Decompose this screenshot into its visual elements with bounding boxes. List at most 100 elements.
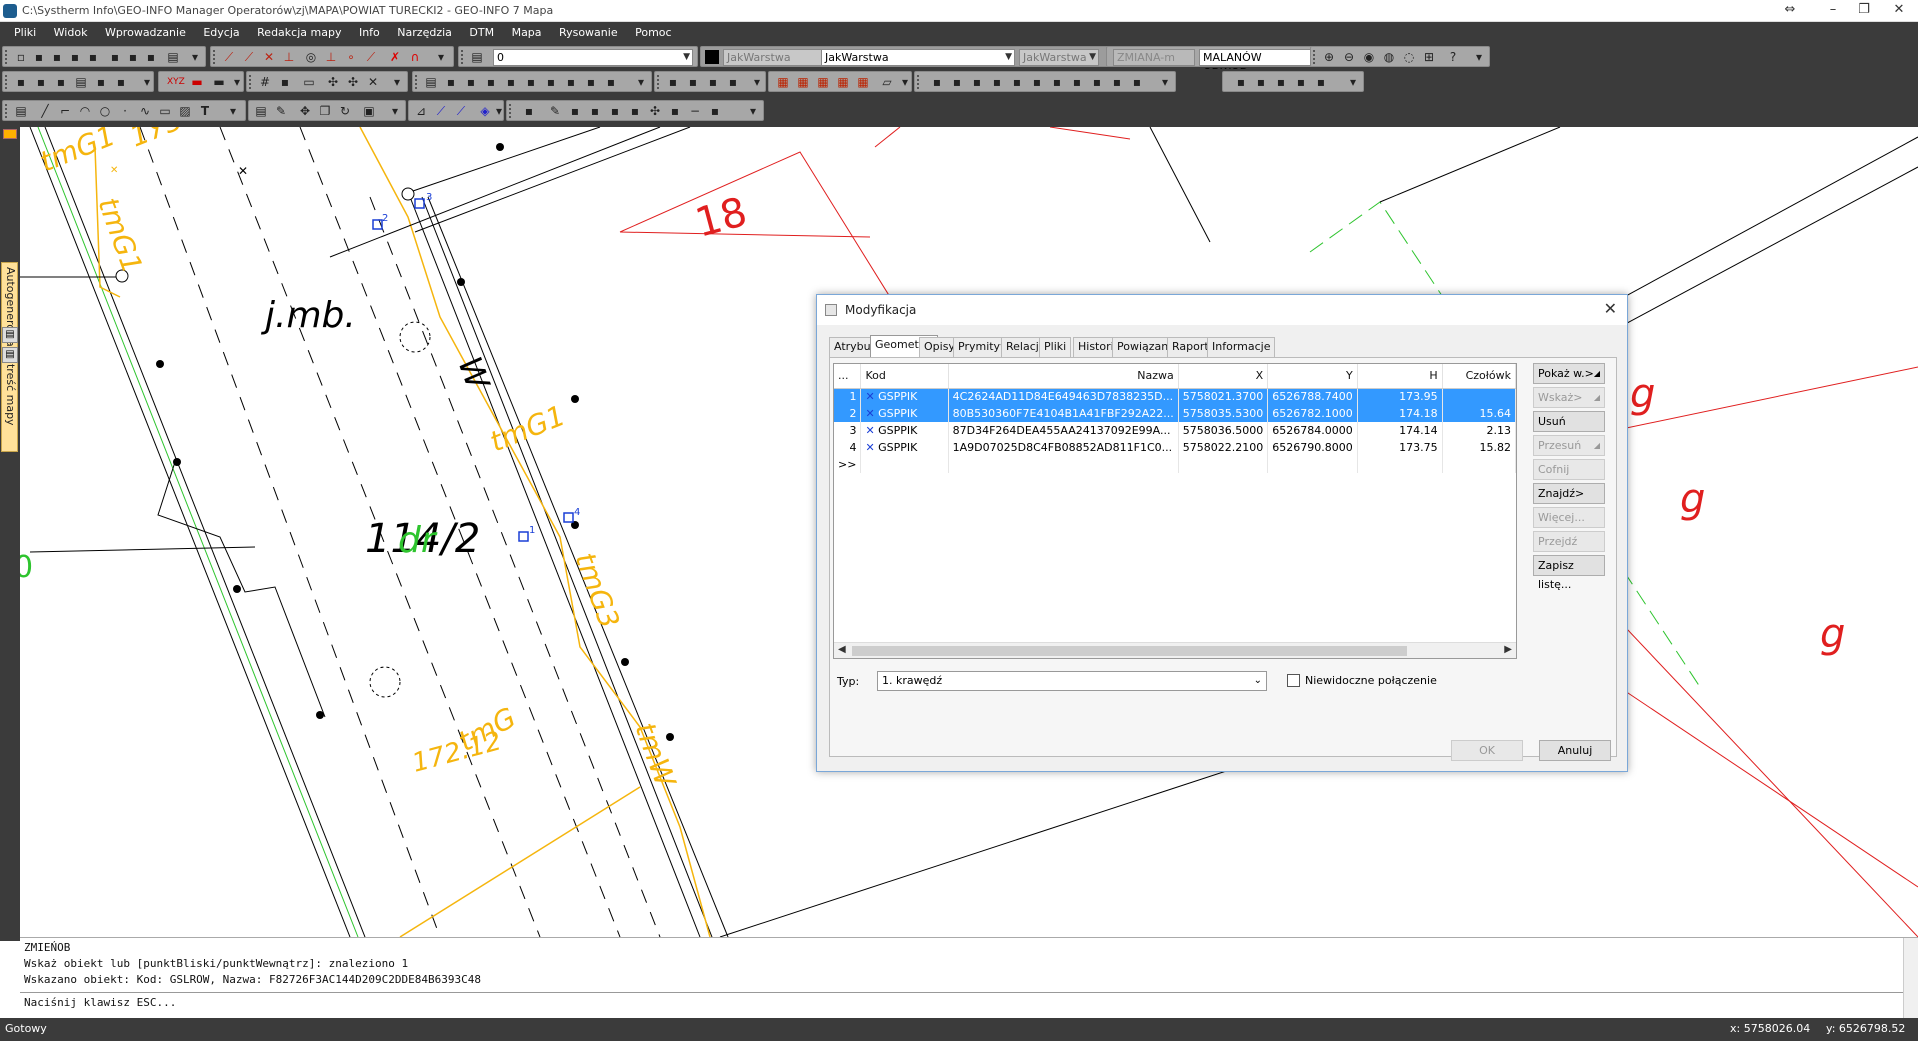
dropdown-icon[interactable]: ▾ — [187, 49, 203, 65]
dropdown-icon[interactable]: ▾ — [387, 103, 403, 119]
object-copy-icon[interactable]: ▪ — [53, 74, 69, 90]
tool-g-icon[interactable]: ▪ — [1049, 74, 1065, 90]
zoom-all-icon[interactable]: ◉ — [1361, 49, 1377, 65]
pan-icon[interactable]: ⊞ — [1421, 49, 1437, 65]
height-icon[interactable]: ▬ — [189, 74, 205, 90]
level-icon[interactable]: ▬ — [211, 74, 227, 90]
menu-pomoc[interactable]: Pomoc — [628, 22, 678, 44]
col-header-index[interactable]: ... — [834, 364, 862, 389]
style-e-icon[interactable]: ▦ — [855, 74, 871, 90]
annot-j-icon[interactable]: ▪ — [707, 103, 723, 119]
snap-off-icon[interactable]: ✗ — [387, 49, 403, 65]
tab-pliki[interactable]: Pliki — [1039, 337, 1072, 357]
extend-icon[interactable]: ⟋ — [453, 103, 469, 119]
col-header-y[interactable]: Y — [1267, 364, 1358, 389]
edit-g-icon[interactable]: ▪ — [543, 74, 559, 90]
dropdown-icon[interactable]: ▾ — [1157, 74, 1173, 90]
minimize-button[interactable]: – — [1818, 0, 1848, 22]
change-combo[interactable]: ZMIANA-m — [1113, 49, 1195, 66]
extra-b-icon[interactable]: ▪ — [1253, 74, 1269, 90]
dropdown-icon[interactable]: ▾ — [225, 103, 241, 119]
dialog-title-bar[interactable]: Modyfikacja ✕ — [817, 295, 1627, 325]
tool-c-icon[interactable]: ▪ — [969, 74, 985, 90]
move-icon[interactable]: ✥ — [297, 103, 313, 119]
toolbar-grip[interactable] — [917, 75, 920, 89]
snap-node-icon[interactable]: ∘ — [343, 49, 359, 65]
style-c-icon[interactable]: ▦ — [815, 74, 831, 90]
magnet-icon[interactable]: ∩ — [407, 49, 423, 65]
go-to-button[interactable]: Przejdź do... — [1533, 531, 1605, 567]
preview-icon[interactable]: ▪ — [85, 49, 101, 65]
menu-redakcja-mapy[interactable]: Redakcja mapy — [250, 22, 348, 44]
copy-icon[interactable]: ▪ — [125, 49, 141, 65]
invisible-connection-checkbox[interactable] — [1287, 674, 1300, 687]
open-icon[interactable]: ▪ — [31, 49, 47, 65]
style-b-icon[interactable]: ▦ — [795, 74, 811, 90]
modify-a-icon[interactable]: ▪ — [665, 74, 681, 90]
rectangle-icon[interactable]: ▭ — [157, 103, 173, 119]
properties-icon[interactable]: ▤ — [13, 103, 29, 119]
line-icon[interactable]: ╱ — [37, 103, 53, 119]
zoom-in-icon[interactable]: ⊕ — [1321, 49, 1337, 65]
dropdown-icon[interactable]: ▾ — [745, 103, 761, 119]
lineweight-combo[interactable]: JakWarstwa ▼ — [1019, 49, 1099, 66]
cross2-icon[interactable]: ✣ — [345, 74, 361, 90]
cancel-button[interactable]: Anuluj — [1539, 740, 1611, 761]
show-in-button[interactable]: Pokaż w.> ◢ — [1533, 363, 1605, 384]
tool-j-icon[interactable]: ▪ — [1109, 74, 1125, 90]
command-prompt[interactable]: Naciśnij klawisz ESC... — [20, 992, 1918, 1009]
snap-tangent-icon[interactable]: ⊥ — [323, 49, 339, 65]
annot-e-icon[interactable]: ▪ — [607, 103, 623, 119]
command-scrollbar[interactable] — [1903, 938, 1918, 1019]
rotate-icon[interactable]: ↻ — [337, 103, 353, 119]
zoom-out-icon[interactable]: ⊖ — [1341, 49, 1357, 65]
modify-c-icon[interactable]: ▪ — [705, 74, 721, 90]
rect-icon[interactable]: ▭ — [301, 74, 317, 90]
col-header-nazwa[interactable]: Nazwa — [948, 364, 1179, 389]
color-combo[interactable]: JakWarstwa▼ — [723, 49, 833, 66]
tool-b-icon[interactable]: ▪ — [949, 74, 965, 90]
autogen-pin-icon[interactable] — [3, 129, 17, 139]
cross3-icon[interactable]: ✕ — [365, 74, 381, 90]
toolbar-grip[interactable] — [5, 50, 8, 64]
edit-f-icon[interactable]: ▪ — [523, 74, 539, 90]
undo-button[interactable]: Cofnij — [1533, 459, 1605, 480]
style-d-icon[interactable]: ▦ — [835, 74, 851, 90]
linetype-combo[interactable]: JakWarstwa ▼ — [821, 49, 1015, 66]
scale-icon[interactable]: ▣ — [361, 103, 377, 119]
extra-d-icon[interactable]: ▪ — [1293, 74, 1309, 90]
col-header-kod[interactable]: Kod — [860, 364, 949, 389]
menu-pliki[interactable]: Pliki — [0, 22, 43, 44]
edit-d-icon[interactable]: ▪ — [483, 74, 499, 90]
find-button[interactable]: Znajdź> — [1533, 483, 1605, 504]
snap-endpoint-icon[interactable]: ⟋ — [241, 49, 257, 65]
edit-h-icon[interactable]: ▪ — [563, 74, 579, 90]
menu-dtm[interactable]: DTM — [462, 22, 501, 44]
toolbar-grip[interactable] — [5, 75, 8, 89]
tool-h-icon[interactable]: ▪ — [1069, 74, 1085, 90]
col-header-h[interactable]: H — [1357, 364, 1443, 389]
cut-icon[interactable]: ▪ — [107, 49, 123, 65]
point-icon[interactable]: · — [117, 103, 133, 119]
print-icon[interactable]: ▪ — [67, 49, 83, 65]
tool-i-icon[interactable]: ▪ — [1089, 74, 1105, 90]
offset-icon[interactable]: ⟋ — [433, 103, 449, 119]
modify-b-icon[interactable]: ▪ — [685, 74, 701, 90]
toolbar-grip[interactable] — [657, 75, 660, 89]
edit-b-icon[interactable]: ▪ — [443, 74, 459, 90]
arc-icon[interactable]: ◠ — [77, 103, 93, 119]
extra-c-icon[interactable]: ▪ — [1273, 74, 1289, 90]
grid-icon[interactable]: # — [257, 74, 273, 90]
cross-icon[interactable]: ✣ — [325, 74, 341, 90]
dropdown-icon[interactable]: ▾ — [633, 74, 649, 90]
dropdown-icon[interactable]: ▾ — [139, 74, 155, 90]
table-icon[interactable]: ▤ — [253, 103, 269, 119]
object-paste-icon[interactable]: ▪ — [93, 74, 109, 90]
tool-e-icon[interactable]: ▪ — [1009, 74, 1025, 90]
dropdown-icon[interactable]: ▾ — [229, 74, 245, 90]
dropdown-icon[interactable]: ▾ — [1345, 74, 1361, 90]
edit-icon[interactable]: ✎ — [273, 103, 289, 119]
resize-icon[interactable]: ⇔ — [1775, 0, 1805, 22]
menu-info[interactable]: Info — [352, 22, 387, 44]
dropdown-icon[interactable]: ▾ — [897, 74, 913, 90]
